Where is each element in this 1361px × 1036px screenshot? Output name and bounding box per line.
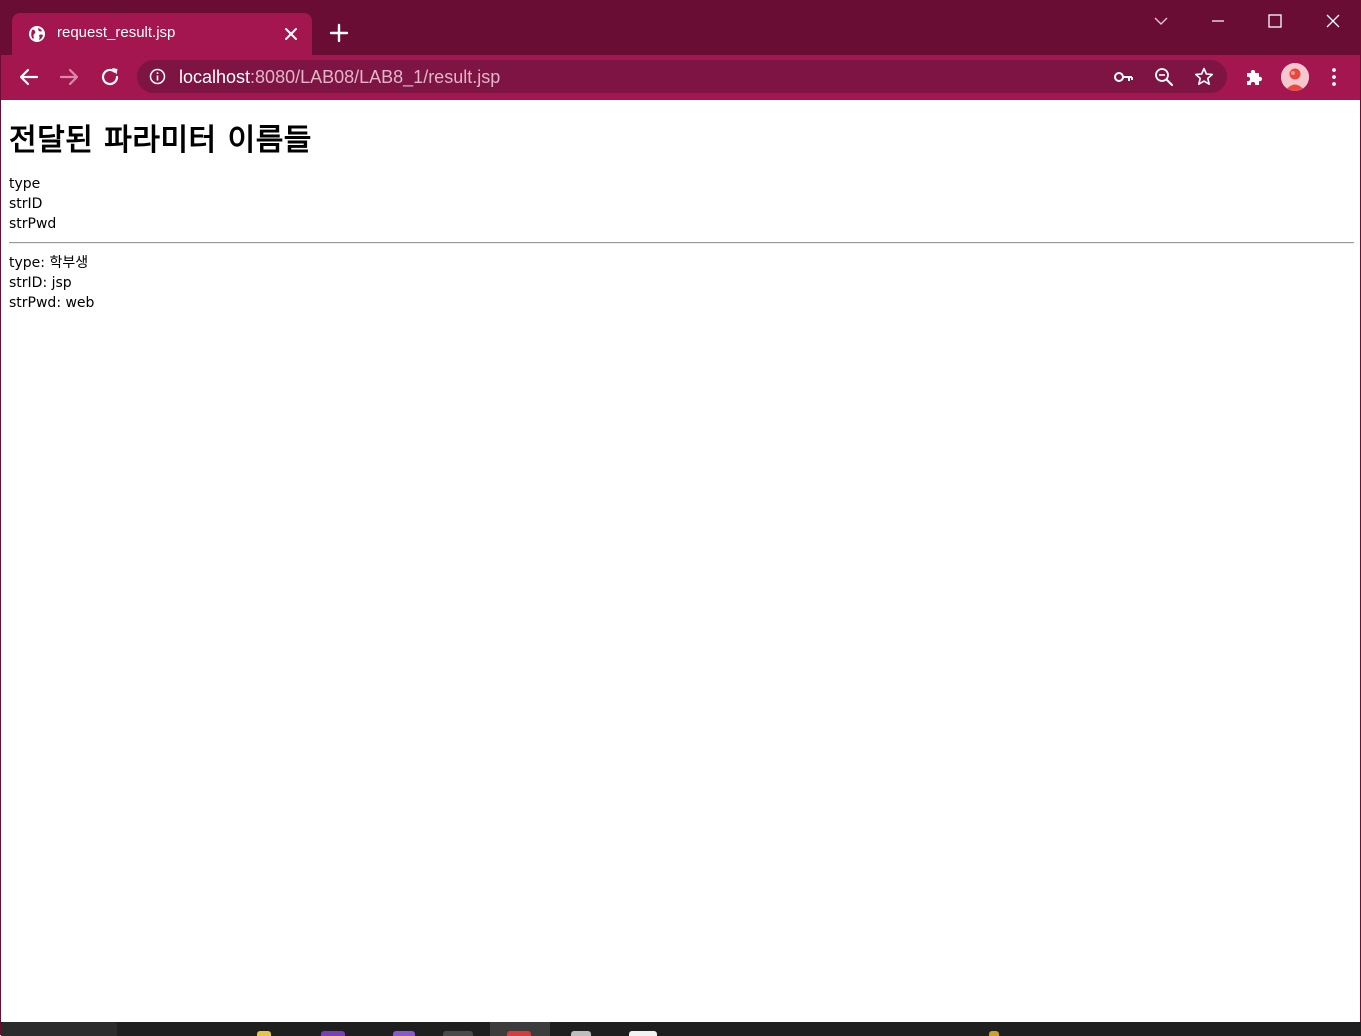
star-icon[interactable] (1193, 66, 1215, 88)
reload-icon[interactable] (98, 65, 122, 89)
maximize-icon[interactable] (1263, 9, 1287, 33)
param-name-item: strID (9, 196, 43, 212)
puzzle-icon[interactable] (1242, 65, 1266, 89)
taskbar-app-icon[interactable] (989, 1031, 999, 1036)
param-value-item: strID: jsp (9, 275, 72, 291)
chevron-down-icon[interactable] (1149, 9, 1173, 33)
avatar[interactable] (1281, 63, 1309, 91)
url-path: :8080/LAB08/LAB8_1/result.jsp (250, 67, 501, 87)
param-name-item: type (9, 176, 41, 192)
taskbar-app-icon[interactable] (571, 1031, 591, 1036)
page-title: 전달된 파라미터 이름들 (9, 123, 312, 158)
taskbar-app-icon[interactable] (507, 1031, 531, 1036)
plus-icon[interactable] (327, 21, 351, 45)
taskbar-search-area (1, 1022, 117, 1036)
param-name-list: type strID strPwd (9, 174, 1354, 234)
tab-title: request_result.jsp (57, 24, 176, 41)
taskbar-app-icon[interactable] (629, 1031, 657, 1036)
key-icon[interactable] (1113, 66, 1135, 88)
url-host: localhost (179, 67, 251, 87)
globe-icon (29, 26, 45, 42)
arrow-left-icon[interactable] (17, 65, 41, 89)
horizontal-divider (9, 242, 1354, 244)
close-icon[interactable] (282, 25, 300, 43)
taskbar-app-icon[interactable] (443, 1031, 473, 1036)
url-text[interactable]: localhost:8080/LAB08/LAB8_1/result.jsp (179, 67, 500, 88)
param-value-list: type: 학부생 strID: jsp strPwd: web (9, 253, 1354, 313)
page-content: 전달된 파라미터 이름들 type strID strPwd type: 학부생… (9, 100, 1354, 313)
tab-strip: request_result.jsp (1, 1, 1360, 55)
param-value-item: type: 학부생 (9, 255, 89, 271)
os-taskbar (1, 1022, 1361, 1036)
address-bar[interactable]: localhost:8080/LAB08/LAB8_1/result.jsp (137, 60, 1227, 93)
zoom-out-icon[interactable] (1153, 66, 1175, 88)
profile-icon (1281, 63, 1309, 91)
param-name-item: strPwd (9, 216, 57, 232)
kebab-menu-icon[interactable] (1322, 65, 1346, 89)
taskbar-app-icon[interactable] (393, 1031, 415, 1036)
minimize-icon[interactable] (1206, 9, 1230, 33)
browser-window: request_result.jsp localhost:8080/LAB08/… (0, 0, 1361, 1036)
close-icon[interactable] (1321, 9, 1345, 33)
browser-toolbar: localhost:8080/LAB08/LAB8_1/result.jsp (1, 55, 1360, 100)
taskbar-app-icon[interactable] (257, 1031, 271, 1036)
taskbar-app-icon[interactable] (321, 1031, 345, 1036)
arrow-right-icon[interactable] (57, 65, 81, 89)
param-value-item: strPwd: web (9, 295, 95, 311)
info-icon[interactable] (149, 68, 166, 85)
tab-request-result[interactable]: request_result.jsp (12, 13, 312, 55)
